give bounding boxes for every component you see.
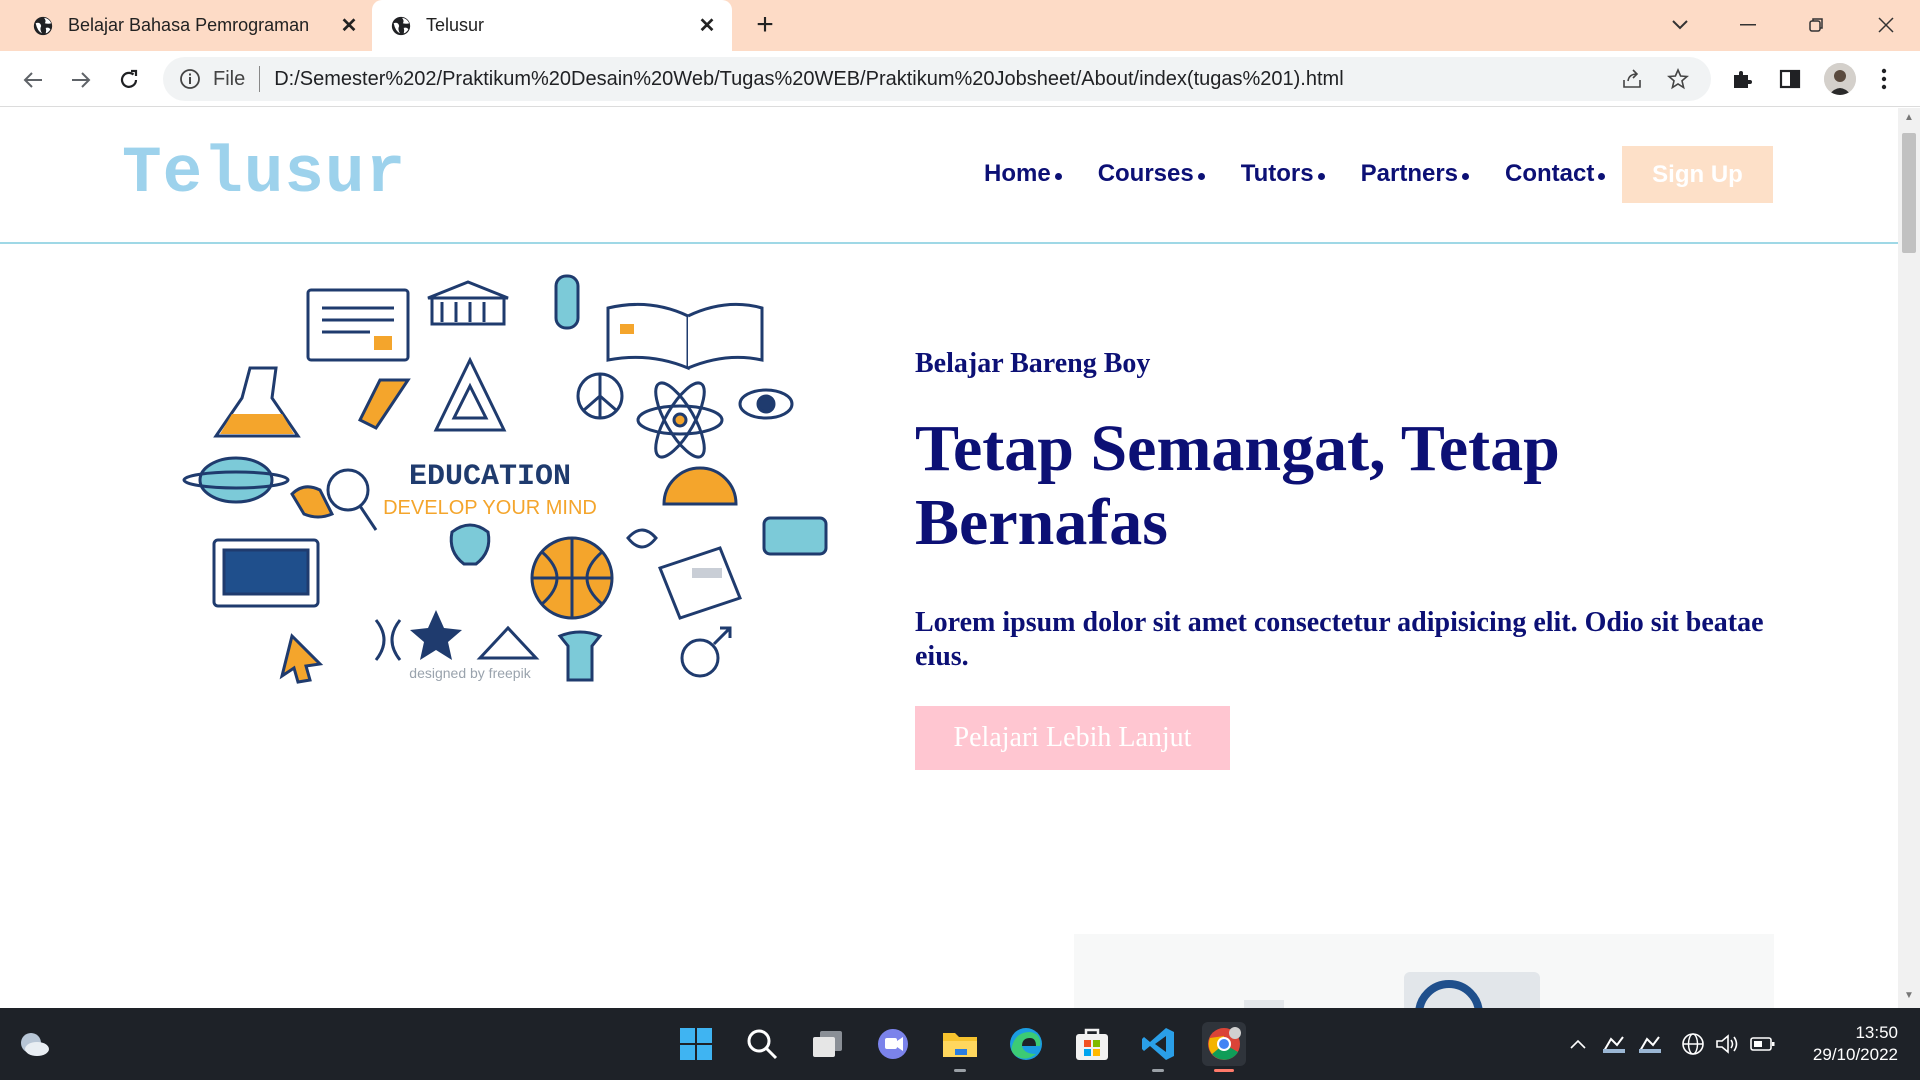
extensions-puzzle-icon[interactable] bbox=[1728, 65, 1756, 93]
file-explorer-icon[interactable] bbox=[938, 1022, 982, 1072]
globe-icon bbox=[391, 16, 411, 35]
forward-button[interactable] bbox=[64, 63, 98, 97]
nav-home[interactable]: Home bbox=[984, 160, 1062, 188]
nav-label: Home bbox=[984, 160, 1051, 187]
scroll-up-arrow-icon[interactable]: ▲ bbox=[1903, 112, 1915, 124]
edge-browser-icon[interactable] bbox=[1004, 1022, 1048, 1066]
bullet-dot bbox=[1598, 172, 1606, 180]
address-bar[interactable]: File D:/Semester%202/Praktikum%20Desain%… bbox=[163, 57, 1711, 101]
chevron-up-icon[interactable] bbox=[1568, 1030, 1588, 1058]
close-tab-icon[interactable]: ✕ bbox=[692, 11, 722, 41]
browser-toolbar: File D:/Semester%202/Praktikum%20Desain%… bbox=[0, 51, 1920, 107]
tab-telusur[interactable]: Telusur ✕ bbox=[372, 0, 732, 51]
site-header: Telusur Home Courses Tutors Partners Con… bbox=[0, 108, 1898, 244]
chrome-icon[interactable] bbox=[1202, 1022, 1246, 1072]
minimize-button[interactable] bbox=[1728, 8, 1768, 42]
weather-icon[interactable] bbox=[12, 1022, 56, 1066]
task-view-icon[interactable] bbox=[806, 1022, 850, 1066]
scroll-thumb[interactable] bbox=[1902, 133, 1916, 253]
page-viewport: Telusur Home Courses Tutors Partners Con… bbox=[0, 108, 1898, 1008]
reload-button[interactable] bbox=[112, 63, 146, 97]
illustration-title: EDUCATION bbox=[409, 460, 571, 494]
illustration-subtitle: DEVELOP YOUR MIND bbox=[383, 497, 597, 519]
nav-label: Contact bbox=[1505, 160, 1595, 187]
back-button[interactable] bbox=[16, 63, 50, 97]
profile-avatar[interactable] bbox=[1824, 63, 1856, 95]
vscode-icon[interactable] bbox=[1136, 1022, 1180, 1072]
tab-strip: Belajar Bahasa Pemrograman ✕ Telusur ✕ + bbox=[0, 0, 1920, 51]
url-text[interactable]: D:/Semester%202/Praktikum%20Desain%20Web… bbox=[274, 68, 1619, 91]
network-app-icon[interactable] bbox=[1600, 1030, 1628, 1058]
info-icon[interactable] bbox=[179, 68, 201, 90]
learn-more-button[interactable]: Pelajari Lebih Lanjut bbox=[915, 706, 1230, 770]
bookmark-star-icon[interactable] bbox=[1665, 66, 1691, 92]
volume-icon[interactable] bbox=[1714, 1030, 1740, 1058]
battery-icon[interactable] bbox=[1750, 1030, 1776, 1058]
nav-label: Tutors bbox=[1240, 160, 1314, 187]
hero-lead: Lorem ipsum dolor sit amet consectetur a… bbox=[915, 607, 1764, 672]
side-panel-icon[interactable] bbox=[1776, 65, 1804, 93]
tab-search-icon[interactable] bbox=[1660, 8, 1700, 42]
scroll-down-arrow-icon[interactable]: ▼ bbox=[1903, 990, 1915, 1002]
nav-courses[interactable]: Courses bbox=[1098, 160, 1205, 188]
windows-start-icon[interactable] bbox=[674, 1022, 718, 1066]
system-clock[interactable]: 13:50 29/10/2022 bbox=[1780, 1022, 1898, 1066]
restore-button[interactable] bbox=[1796, 8, 1836, 42]
vertical-scrollbar[interactable]: ▲ ▼ bbox=[1898, 108, 1920, 1008]
running-indicator bbox=[954, 1069, 966, 1072]
clock-time: 13:50 bbox=[1855, 1023, 1898, 1042]
running-indicator bbox=[1152, 1069, 1164, 1072]
running-indicator bbox=[1214, 1069, 1234, 1072]
preview-graphic bbox=[1244, 972, 1540, 1008]
hero-headline: Tetap Semangat, Tetap Bernafas bbox=[915, 412, 1560, 559]
next-section-preview bbox=[1074, 934, 1774, 1008]
windows-taskbar: 13:50 29/10/2022 bbox=[0, 1008, 1920, 1080]
site-logo[interactable]: Telusur bbox=[122, 136, 406, 211]
scheme-label: File bbox=[213, 67, 246, 90]
network-app-icon[interactable] bbox=[1636, 1030, 1664, 1058]
tab-belajar[interactable]: Belajar Bahasa Pemrograman ✕ bbox=[14, 0, 374, 51]
microsoft-store-icon[interactable] bbox=[1070, 1022, 1114, 1066]
kebab-menu-icon[interactable] bbox=[1870, 65, 1898, 93]
bullet-dot bbox=[1197, 172, 1205, 180]
bullet-dot bbox=[1462, 172, 1470, 180]
tab-title: Belajar Bahasa Pemrograman bbox=[68, 15, 310, 35]
illustration-credit: designed by freepik bbox=[409, 665, 531, 681]
globe-icon bbox=[33, 16, 53, 35]
teams-chat-icon[interactable] bbox=[872, 1022, 916, 1066]
globe-network-icon[interactable] bbox=[1680, 1030, 1706, 1058]
close-window-button[interactable] bbox=[1866, 8, 1906, 42]
nav-label: Partners bbox=[1360, 160, 1459, 187]
main-nav: Home Courses Tutors Partners Contact bbox=[984, 160, 1606, 188]
nav-contact[interactable]: Contact bbox=[1505, 160, 1606, 188]
education-illustration: EDUCATION DEVELOP YOUR MIND designed by … bbox=[182, 274, 828, 684]
search-icon[interactable] bbox=[740, 1022, 784, 1066]
nav-label: Courses bbox=[1097, 160, 1194, 187]
tab-title: Telusur bbox=[426, 15, 485, 35]
bullet-dot bbox=[1317, 172, 1325, 180]
hero-tagline: Belajar Bareng Boy bbox=[915, 348, 1151, 379]
divider bbox=[259, 66, 261, 92]
nav-tutors[interactable]: Tutors bbox=[1241, 160, 1325, 188]
share-icon[interactable] bbox=[1619, 66, 1645, 92]
new-tab-button[interactable]: + bbox=[748, 8, 782, 42]
bullet-dot bbox=[1054, 172, 1062, 180]
nav-partners[interactable]: Partners bbox=[1360, 160, 1470, 188]
clock-date: 29/10/2022 bbox=[1812, 1045, 1898, 1064]
signup-button[interactable]: Sign Up bbox=[1622, 146, 1773, 203]
close-tab-icon[interactable]: ✕ bbox=[334, 11, 364, 41]
